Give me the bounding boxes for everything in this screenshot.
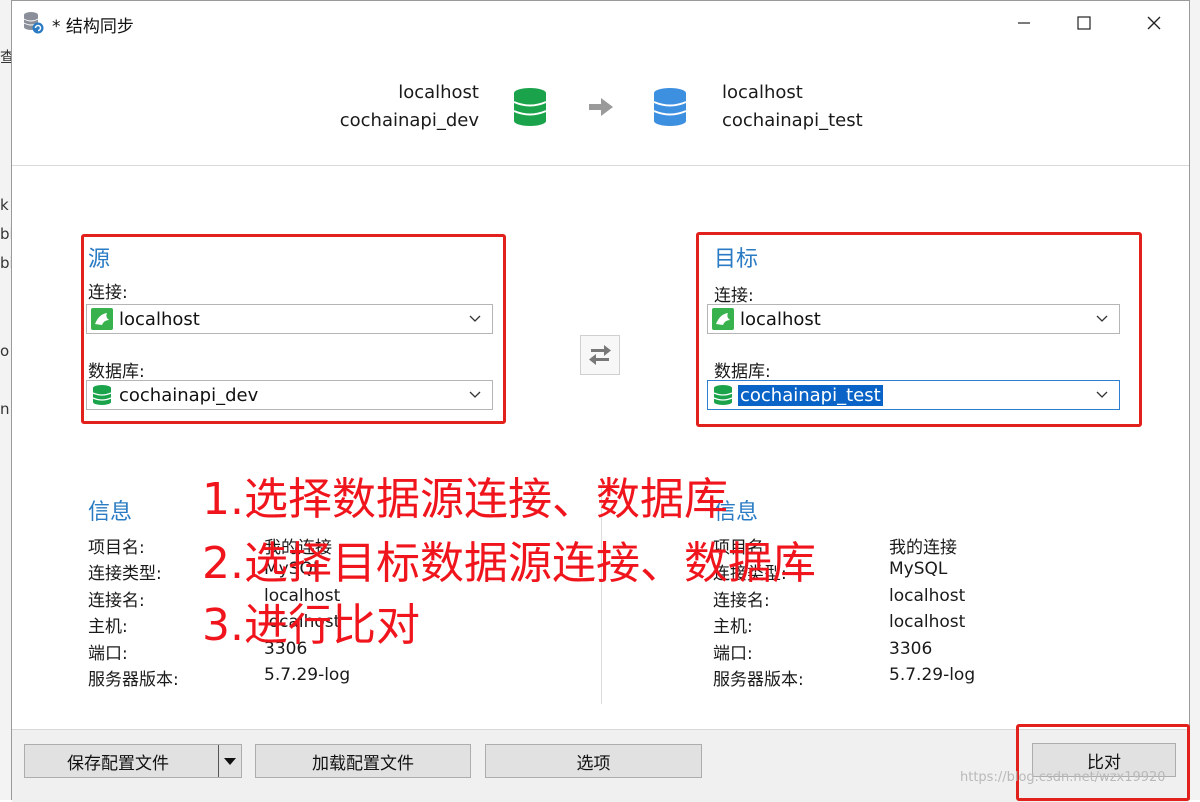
header-target: localhost cochainapi_test <box>722 79 863 135</box>
info-value: 我的连接 <box>889 538 957 558</box>
sync-header: localhost cochainapi_dev localhost cocha… <box>12 47 1189 166</box>
maximize-icon <box>1077 16 1091 30</box>
database-sync-icon <box>23 12 44 34</box>
info-key: 主机: <box>713 617 753 637</box>
footer-bar: 保存配置文件 加载配置文件 选项 比对 <box>12 729 1189 802</box>
info-value: 5.7.29-log <box>264 665 351 685</box>
info-value: 3306 <box>889 639 933 659</box>
window-title: * 结构同步 <box>52 17 134 37</box>
info-key: 服务器版本: <box>713 670 804 690</box>
info-value: localhost <box>889 586 966 606</box>
save-profile-button[interactable]: 保存配置文件 <box>24 744 242 778</box>
swap-arrows-icon <box>589 345 611 365</box>
header-source-database: cochainapi_dev <box>339 110 479 131</box>
watermark-text: https://blog.csdn.net/wzx19920 <box>960 770 1166 785</box>
close-icon <box>1147 16 1161 30</box>
header-target-host: localhost <box>722 82 803 103</box>
info-value: MySQL <box>889 559 948 579</box>
minimize-button[interactable] <box>994 1 1054 45</box>
title-bar[interactable]: * 结构同步 <box>12 1 1189 45</box>
background-text: o <box>0 342 10 360</box>
annotation-step-3: 3.进行比对 <box>202 600 420 651</box>
header-target-database: cochainapi_test <box>722 110 863 131</box>
info-value: localhost <box>889 612 966 632</box>
maximize-button[interactable] <box>1054 1 1114 45</box>
header-source-host: localhost <box>398 82 479 103</box>
info-key: 端口: <box>713 644 753 664</box>
load-profile-label: 加载配置文件 <box>312 753 414 774</box>
background-window-strip-right <box>1190 0 1200 800</box>
compare-highlight-box <box>1016 724 1190 801</box>
arrow-right-icon <box>589 98 613 116</box>
source-highlight-box <box>81 234 506 424</box>
background-text: k <box>0 196 9 214</box>
close-button[interactable] <box>1124 1 1184 45</box>
database-icon <box>653 88 687 126</box>
options-label: 选项 <box>576 753 611 774</box>
options-button[interactable]: 选项 <box>485 744 702 778</box>
annotation-step-1: 1.选择数据源连接、数据库 <box>202 474 728 525</box>
source-info-title: 信息 <box>88 500 133 525</box>
load-profile-button[interactable]: 加载配置文件 <box>255 744 471 778</box>
background-text: n <box>0 400 10 418</box>
structure-sync-window: * 结构同步 localhost cochainapi_dev localhos… <box>11 0 1190 802</box>
info-value: 5.7.29-log <box>889 665 976 685</box>
database-icon <box>513 88 547 126</box>
save-profile-label: 保存配置文件 <box>67 753 169 774</box>
target-highlight-box <box>696 232 1142 427</box>
info-key: 服务器版本: <box>88 670 179 690</box>
save-profile-dropdown[interactable] <box>218 745 241 777</box>
caret-down-icon <box>224 758 236 765</box>
annotation-step-2: 2.选择目标数据源连接、数据库 <box>202 538 816 589</box>
swap-button[interactable] <box>580 335 620 375</box>
minimize-icon <box>1018 22 1030 24</box>
header-source: localhost cochainapi_dev <box>340 79 479 135</box>
